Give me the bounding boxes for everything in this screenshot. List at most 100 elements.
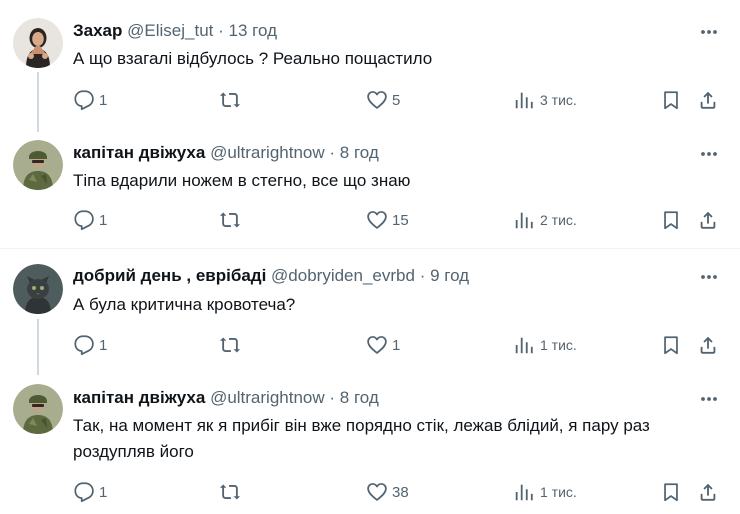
analytics-icon [515,484,533,501]
like-count: 38 [392,483,409,501]
reply-icon [74,90,94,111]
action-bar: 1 15 2 тис. [73,208,723,232]
reply-button[interactable]: 1 [73,333,107,357]
share-icon [700,483,716,501]
reply-icon [74,210,94,231]
tweet[interactable]: добрий день , еврібаді @dobryiden_evrbd … [0,249,740,375]
avatar-soldier-icon[interactable] [13,140,63,190]
tweet[interactable]: капітан двіжуха @ultrarightnow · 8 год Т… [0,369,740,514]
reply-count: 1 [99,336,108,354]
share-button[interactable] [697,208,719,232]
action-bar: 1 1 1 тис. [73,333,723,357]
share-button[interactable] [697,88,719,112]
reply-button[interactable]: 1 [73,480,107,504]
tweet-header: Захар @Elisej_tut · 13 год [73,21,277,41]
tweet[interactable]: Захар @Elisej_tut · 13 год А що взагалі … [0,0,740,132]
share-button[interactable] [697,480,719,504]
tweet-text: Тіпа вдарили ножем в стегно, все що знаю [73,171,411,190]
analytics-icon [515,212,533,229]
like-count: 5 [392,91,401,109]
action-bar: 1 5 3 тис. [73,88,723,112]
analytics-icon [515,337,533,354]
heart-icon [367,211,387,229]
separator-dot: · [329,388,336,407]
avatar-cat-icon[interactable] [13,264,63,314]
author-name[interactable]: Захар [73,21,122,40]
post-time[interactable]: 13 год [229,21,277,40]
repost-icon [219,212,241,228]
repost-button[interactable] [219,88,245,112]
like-button[interactable]: 15 [366,208,409,232]
post-time[interactable]: 9 год [430,266,469,285]
author-name[interactable]: добрий день , еврібаді [73,266,266,285]
repost-icon [219,337,241,353]
views-count: 2 тис. [540,212,577,228]
tweet-header: капітан двіжуха @ultrarightnow · 8 год [73,388,379,408]
views-count: 3 тис. [540,92,577,108]
reply-icon [74,482,94,503]
avatar-soldier-icon[interactable] [13,384,63,434]
reply-button[interactable]: 1 [73,208,107,232]
tweet[interactable]: капітан двіжуха @ultrarightnow · 8 год Т… [0,130,740,248]
repost-icon [219,92,241,108]
views-button[interactable]: 1 тис. [513,480,577,504]
share-icon [700,91,716,109]
share-icon [700,336,716,354]
repost-icon [219,484,241,500]
bookmark-icon [664,483,678,502]
author-name[interactable]: капітан двіжуха [73,143,205,162]
bookmark-icon [664,91,678,110]
author-handle[interactable]: @dobryiden_evrbd [271,266,415,285]
post-time[interactable]: 8 год [340,388,379,407]
share-button[interactable] [697,333,719,357]
post-time[interactable]: 8 год [340,143,379,162]
bookmark-button[interactable] [660,88,682,112]
tweet-header: капітан двіжуха @ultrarightnow · 8 год [73,143,379,163]
views-count: 1 тис. [540,337,577,353]
repost-button[interactable] [219,333,245,357]
like-button[interactable]: 38 [366,480,409,504]
author-handle[interactable]: @Elisej_tut [127,21,213,40]
bookmark-button[interactable] [660,208,682,232]
author-handle[interactable]: @ultrarightnow [210,388,325,407]
more-options-icon[interactable] [694,22,724,42]
heart-icon [367,91,387,109]
more-options-icon[interactable] [694,389,724,409]
action-bar: 1 38 1 тис. [73,480,723,504]
heart-icon [367,483,387,501]
like-button[interactable]: 1 [366,333,400,357]
tweet-text: А була критична кровотеча? [73,295,296,314]
bookmark-icon [664,211,678,230]
analytics-icon [515,92,533,109]
tweet-text: Так, на момент як я прибіг він вже поряд… [73,416,650,461]
views-button[interactable]: 1 тис. [513,333,577,357]
bookmark-button[interactable] [660,480,682,504]
separator-dot: · [218,21,224,40]
like-button[interactable]: 5 [366,88,400,112]
views-button[interactable]: 3 тис. [513,88,577,112]
more-options-icon[interactable] [694,144,724,164]
repost-button[interactable] [219,208,245,232]
thread-line [37,319,39,375]
heart-icon [367,336,387,354]
views-button[interactable]: 2 тис. [513,208,577,232]
more-options-icon[interactable] [694,267,724,287]
tweet-header: добрий день , еврібаді @dobryiden_evrbd … [73,266,469,286]
repost-button[interactable] [219,480,245,504]
reply-button[interactable]: 1 [73,88,107,112]
thread-line [37,72,39,132]
bookmark-icon [664,336,678,355]
like-count: 15 [392,211,409,229]
tweet-text: А що взагалі відбулось ? Реально пощасти… [73,49,433,68]
separator-dot: · [419,266,426,285]
reply-count: 1 [99,211,108,229]
bookmark-button[interactable] [660,333,682,357]
reply-icon [74,335,94,356]
reply-count: 1 [99,483,108,501]
views-count: 1 тис. [540,484,577,500]
avatar-woman-icon[interactable] [13,18,63,68]
reply-count: 1 [99,91,108,109]
author-name[interactable]: капітан двіжуха [73,388,205,407]
separator-dot: · [329,143,336,162]
author-handle[interactable]: @ultrarightnow [210,143,325,162]
